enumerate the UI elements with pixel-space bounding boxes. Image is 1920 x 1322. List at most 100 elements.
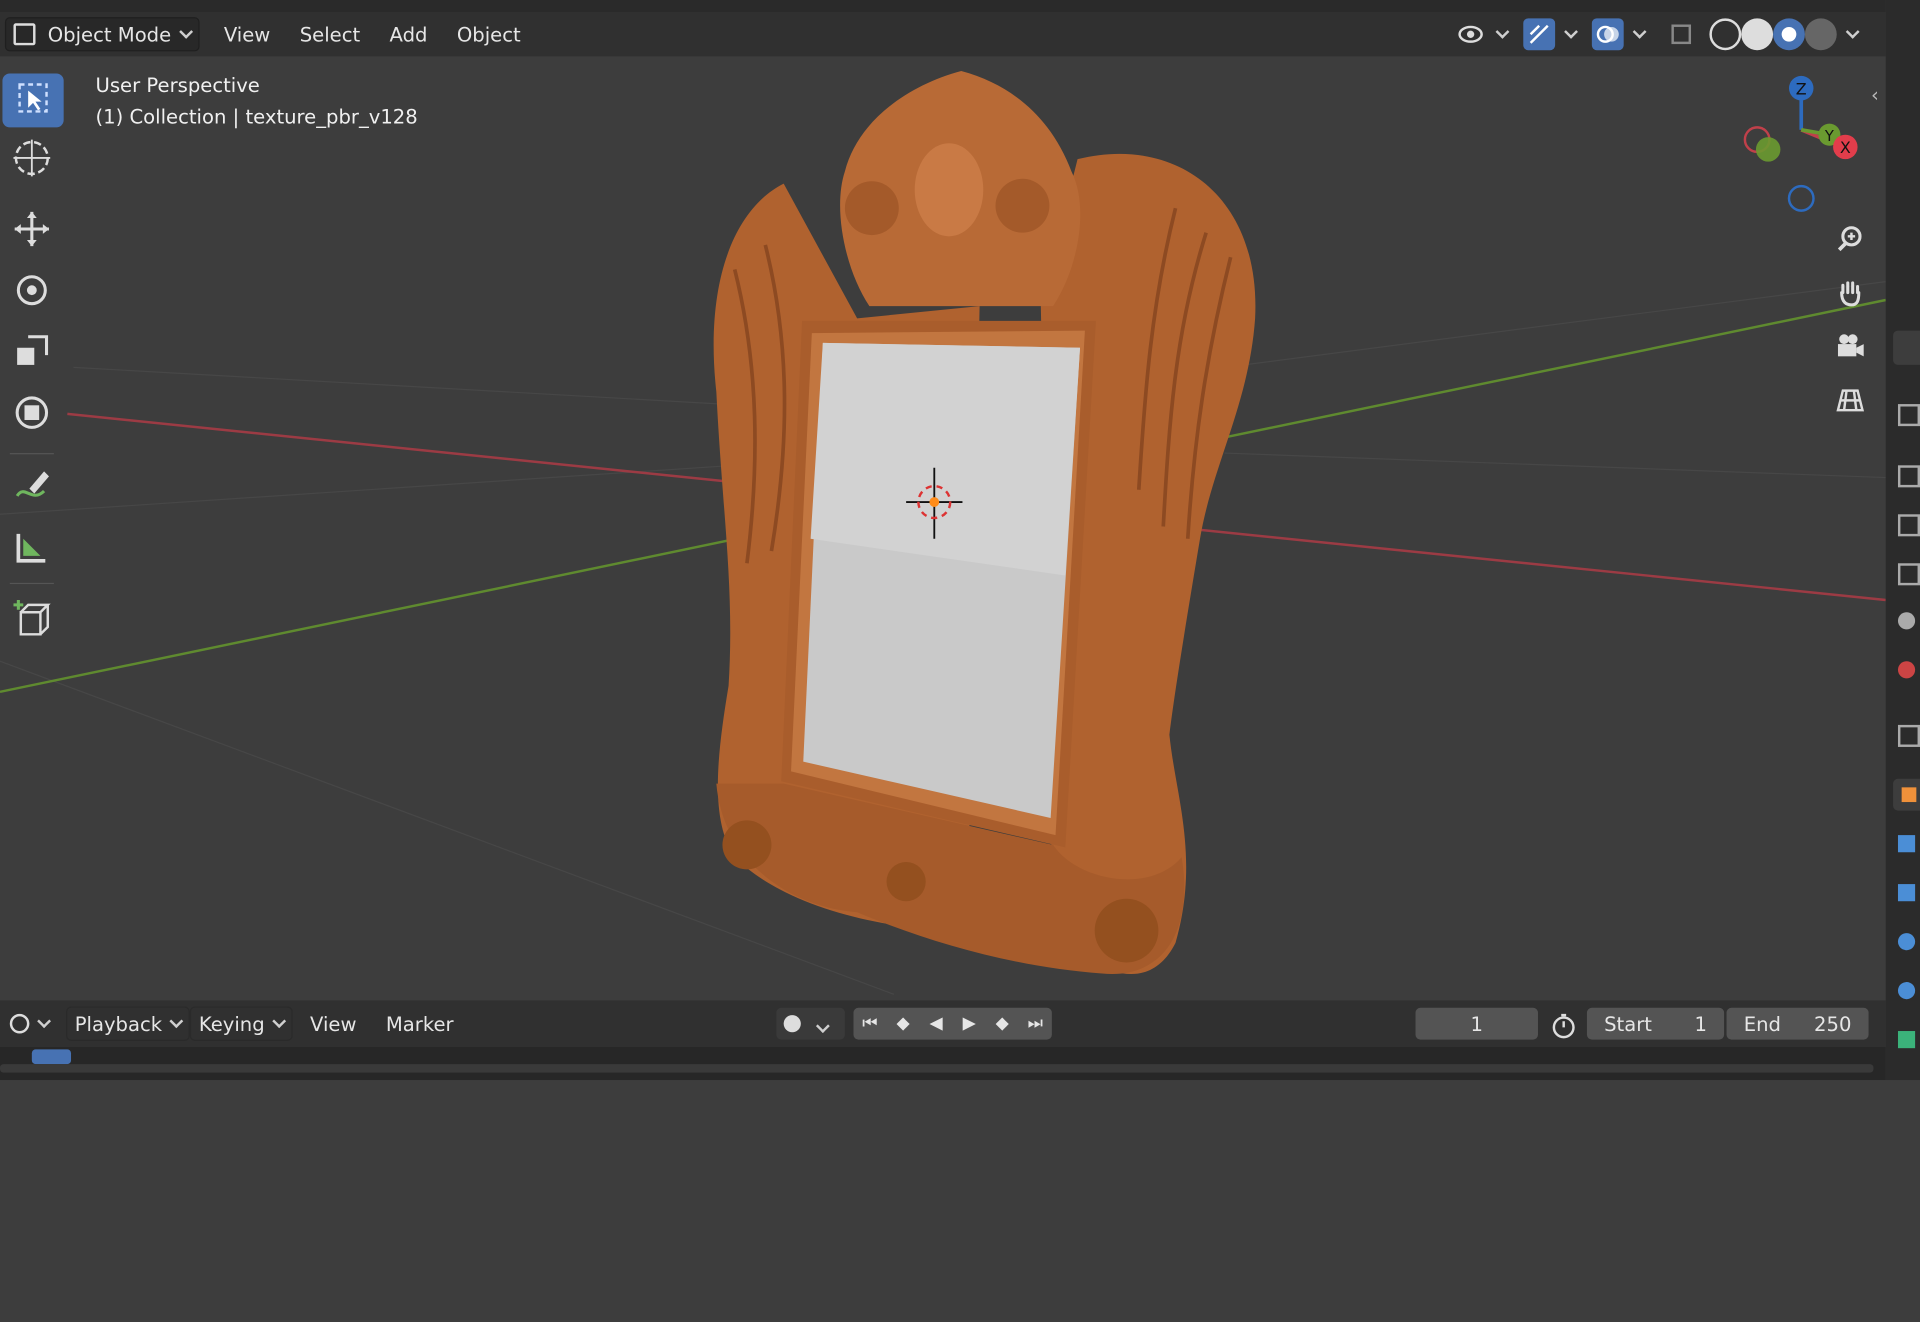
measure-tool[interactable] (0, 522, 64, 578)
jump-start-icon[interactable]: ⏮ (853, 1014, 886, 1034)
object-mode-icon (13, 23, 36, 46)
material-preview-shading-icon[interactable] (1773, 18, 1805, 51)
start-frame-field[interactable]: Start 1 (1586, 1007, 1725, 1040)
timeline-scrollbar[interactable] (0, 1064, 1874, 1073)
move-tool[interactable] (0, 203, 64, 259)
menu-select[interactable]: Select (292, 21, 367, 48)
playback-controls: ⏮ ◆ ◀ ▶ ◆ ⏭ (853, 1007, 1052, 1040)
rendered-shading-icon[interactable] (1804, 18, 1837, 51)
overlays-toggle-icon[interactable] (1591, 18, 1624, 51)
physics-properties-icon[interactable] (1897, 933, 1916, 951)
navigation-gizmo[interactable]: Z Y X (1727, 71, 1874, 218)
viewport-canvas[interactable] (0, 0, 1920, 1081)
data-properties-icon[interactable] (1897, 1031, 1916, 1049)
next-keyframe-icon[interactable]: ◆ (986, 1014, 1019, 1034)
play-icon[interactable]: ▶ (953, 1014, 986, 1034)
start-label: Start (1604, 1012, 1652, 1036)
gizmo-dropdown-chevron-icon[interactable] (1555, 18, 1577, 50)
viewport-header: Object Mode View Select Add Object (0, 12, 1886, 57)
visibility-dropdown-chevron-icon[interactable] (1487, 18, 1509, 50)
current-frame-value: 1 (1470, 1012, 1483, 1036)
tool-settings-icon[interactable] (1897, 404, 1920, 427)
playback-dropdown[interactable]: Playback (66, 1006, 191, 1041)
start-value: 1 (1694, 1012, 1707, 1036)
clock-icon (9, 1013, 30, 1034)
cursor-icon (11, 137, 53, 184)
scene-properties-icon[interactable] (1897, 612, 1916, 630)
menu-add[interactable]: Add (382, 21, 435, 48)
cursor-tool[interactable] (0, 132, 64, 188)
auto-keying-chevron-icon (808, 1012, 828, 1035)
rotate-tool[interactable] (0, 264, 64, 320)
svg-text:X: X (1840, 138, 1851, 157)
playhead-marker[interactable] (31, 1049, 72, 1065)
end-frame-field[interactable]: End 250 (1726, 1007, 1869, 1040)
svg-text:Y: Y (1824, 128, 1834, 145)
record-icon (783, 1015, 801, 1033)
editor-type-dropdown[interactable] (2, 1010, 56, 1037)
camera-view-icon[interactable] (1829, 326, 1871, 368)
picture-frame-object (713, 71, 1256, 975)
zoom-icon[interactable] (1829, 218, 1871, 260)
keying-dropdown[interactable]: Keying (190, 1006, 293, 1041)
collection-properties-icon[interactable] (1897, 724, 1920, 747)
solid-shading-icon[interactable] (1741, 18, 1774, 51)
end-value: 250 (1814, 1012, 1852, 1036)
playback-label: Playback (74, 1012, 163, 1036)
timeline-menu-view[interactable]: View (303, 1010, 364, 1037)
tool-tab-icon[interactable] (1893, 330, 1920, 365)
output-properties-icon[interactable] (1897, 514, 1920, 537)
timeline-ruler[interactable] (0, 1046, 1886, 1081)
properties-editor-strip (1885, 0, 1920, 1081)
scale-tool[interactable] (0, 326, 64, 382)
view-layer-icon[interactable] (1897, 563, 1920, 586)
timeline-menu-marker[interactable]: Marker (379, 1010, 461, 1037)
measure-icon (13, 529, 50, 571)
stopwatch-icon[interactable] (1550, 1013, 1577, 1045)
menu-object[interactable]: Object (450, 21, 529, 48)
toolbar-divider (9, 453, 54, 455)
render-properties-icon[interactable] (1897, 465, 1920, 488)
overlays-dropdown-chevron-icon[interactable] (1624, 18, 1646, 50)
transform-icon (12, 393, 51, 437)
annotate-icon (12, 467, 51, 511)
particle-properties-icon[interactable] (1897, 884, 1916, 902)
collection-label: (1) Collection | texture_pbr_v128 (95, 105, 418, 129)
move-icon (12, 209, 51, 253)
shading-dropdown-chevron-icon[interactable] (1837, 18, 1859, 50)
play-reverse-icon[interactable]: ◀ (920, 1014, 953, 1034)
gizmo-toggle-icon[interactable] (1523, 18, 1556, 51)
select-box-tool[interactable] (2, 73, 64, 128)
auto-keying-toggle[interactable] (776, 1007, 845, 1040)
current-frame-field[interactable]: 1 (1415, 1007, 1538, 1040)
visibility-icon[interactable] (1455, 18, 1487, 50)
xray-toggle-icon[interactable] (1665, 18, 1697, 50)
select-box-icon (16, 81, 50, 120)
add-cube-icon (11, 598, 53, 645)
transform-tool[interactable] (0, 387, 64, 443)
svg-text:Z: Z (1796, 79, 1807, 98)
world-properties-icon[interactable] (1897, 661, 1916, 679)
constraints-properties-icon[interactable] (1897, 982, 1916, 1000)
neg-y-axis-icon (1755, 137, 1781, 162)
pan-hand-icon[interactable] (1829, 272, 1871, 314)
sidebar-toggle-chevron-icon[interactable]: ‹ (1871, 83, 1879, 106)
modifier-properties-icon[interactable] (1897, 835, 1916, 853)
workspace-tabs-strip (0, 0, 1886, 13)
neg-z-axis-icon (1787, 184, 1815, 212)
add-cube-tool[interactable] (0, 593, 64, 649)
jump-end-icon[interactable]: ⏭ (1019, 1014, 1052, 1034)
object-mode-label: Object Mode (47, 22, 172, 46)
orthographic-grid-icon[interactable] (1829, 380, 1871, 422)
wireframe-shading-icon[interactable] (1709, 18, 1742, 51)
prev-keyframe-icon[interactable]: ◆ (887, 1014, 920, 1034)
toolbar-divider-2 (9, 582, 54, 585)
perspective-label: User Perspective (95, 73, 260, 97)
timeline-header: Playback Keying View Marker ⏮ ◆ ◀ ▶ ◆ ⏭ … (0, 1000, 1886, 1047)
menu-view[interactable]: View (216, 21, 277, 48)
object-mode-dropdown[interactable]: Object Mode (4, 17, 200, 52)
scale-icon (13, 333, 50, 375)
annotate-tool[interactable] (0, 460, 64, 516)
rotate-icon (12, 271, 51, 315)
object-properties-icon[interactable] (1893, 778, 1920, 811)
